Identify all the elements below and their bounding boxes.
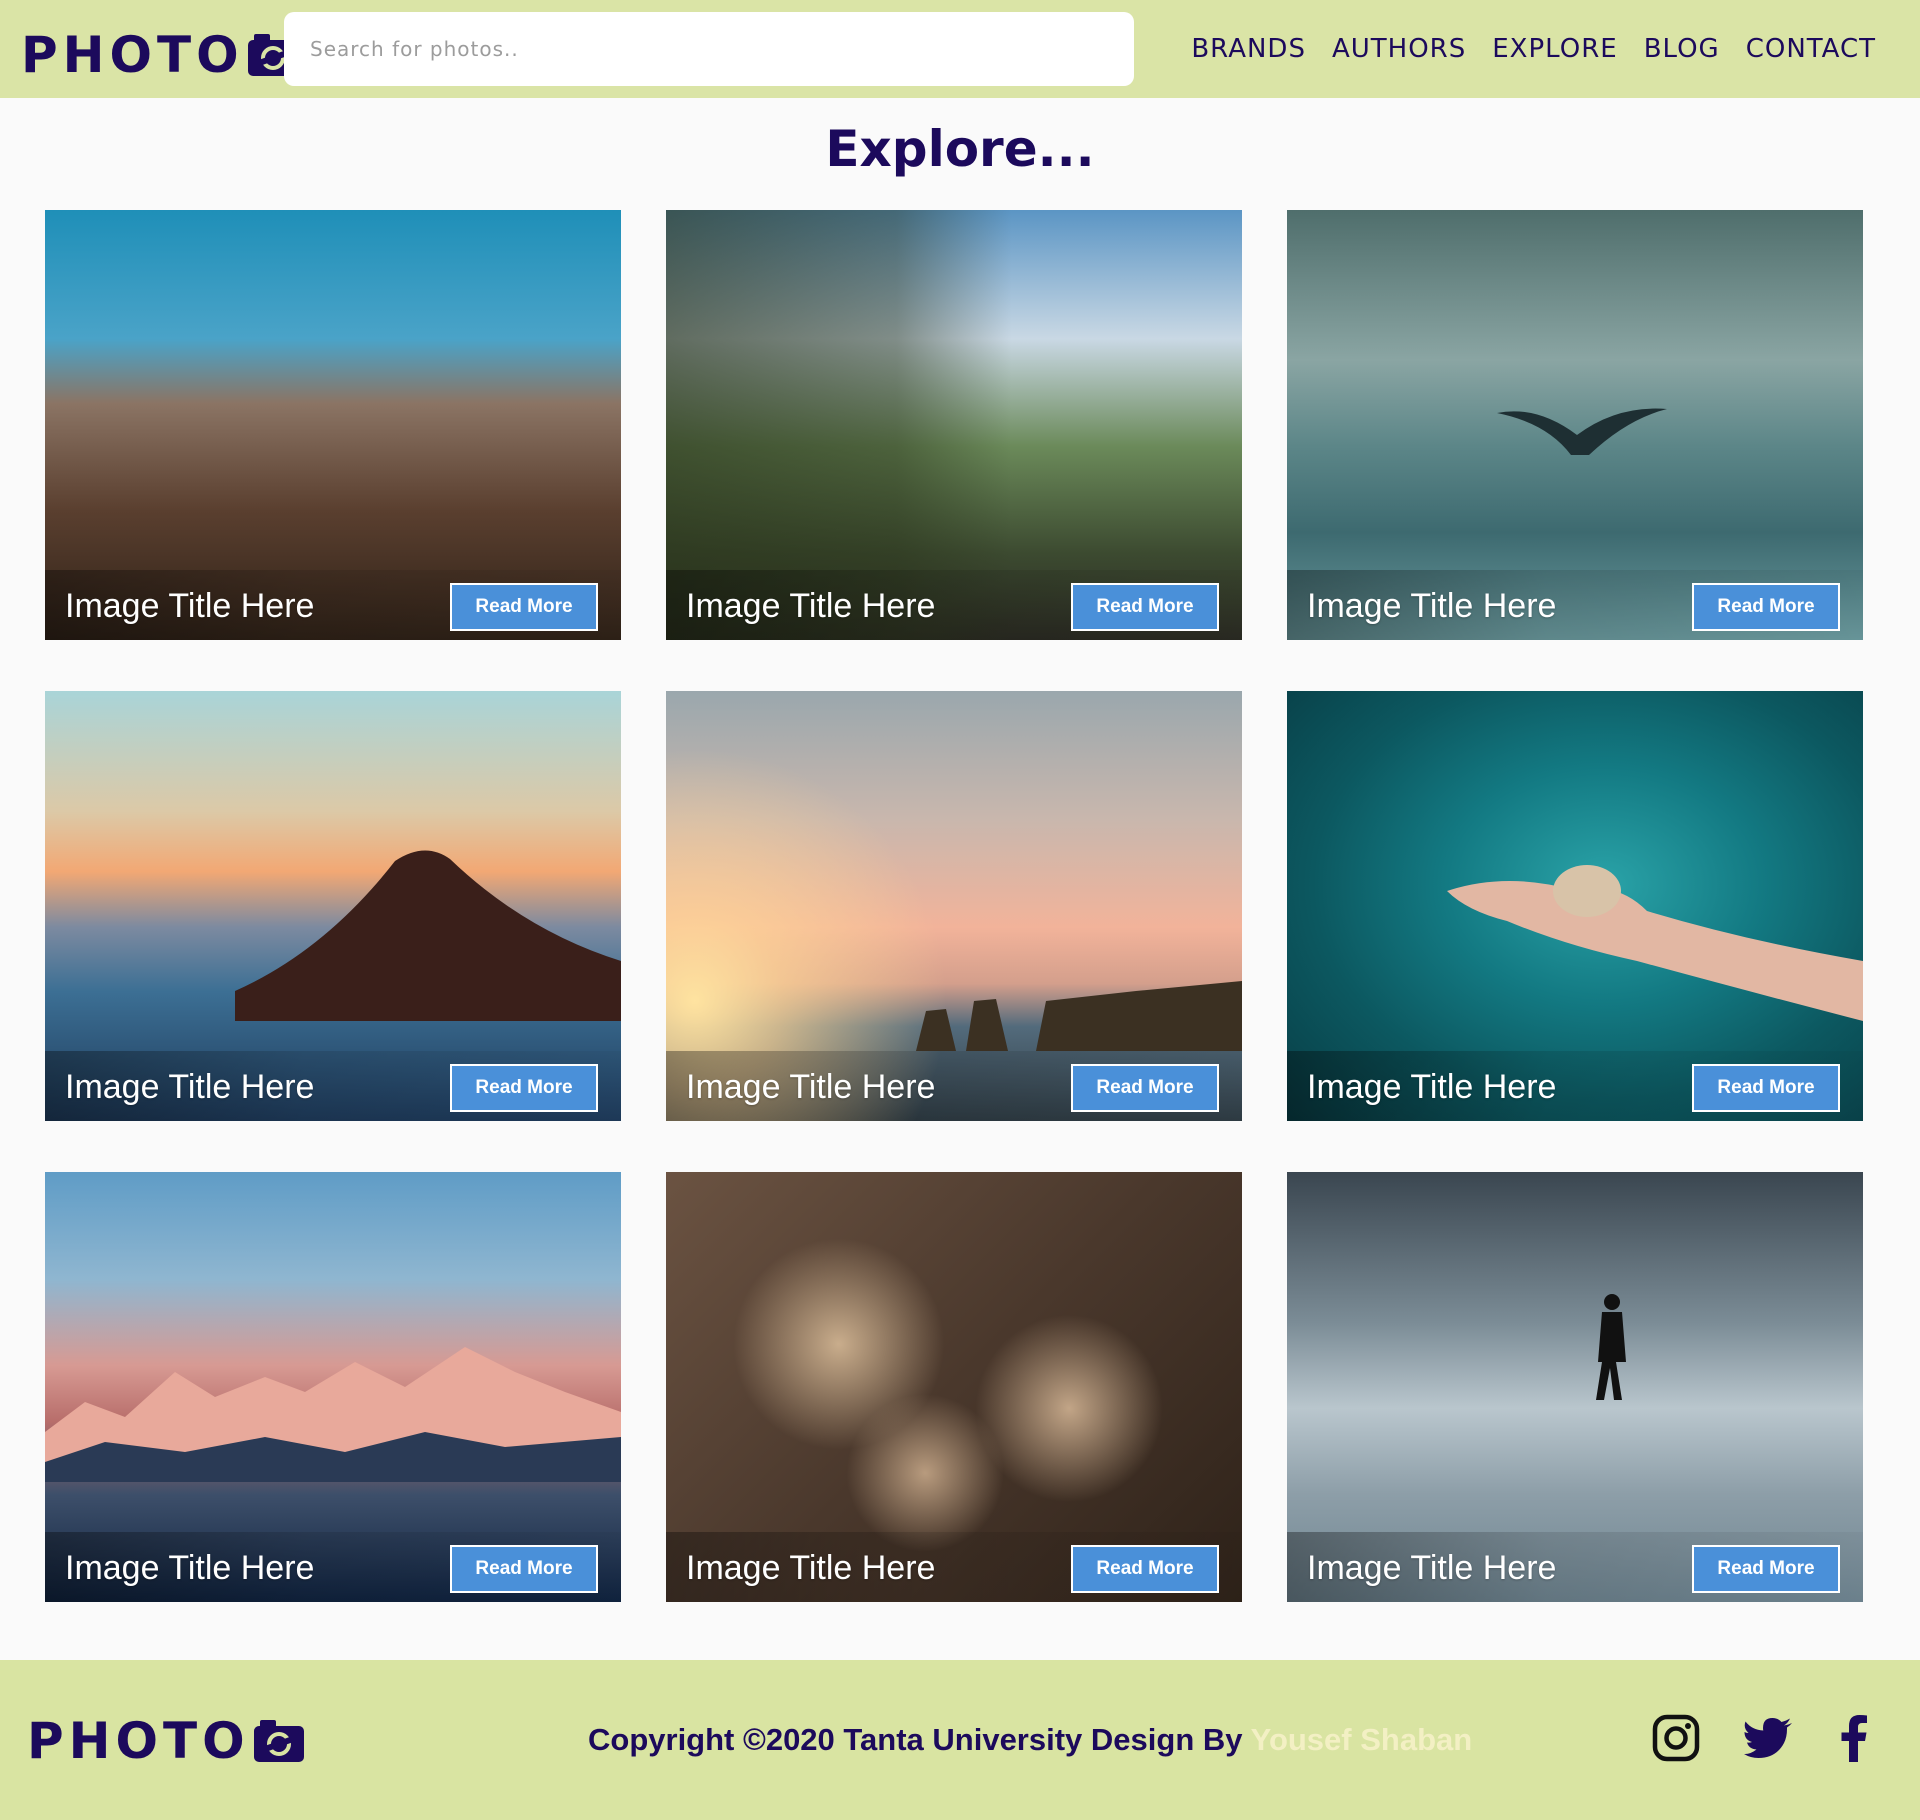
photo-card-dried-flowers: Image Title Here Read More <box>666 1172 1242 1602</box>
nav-blog[interactable]: BLOG <box>1644 34 1720 64</box>
twitter-icon[interactable] <box>1744 1718 1792 1758</box>
read-more-button[interactable]: Read More <box>1071 1064 1219 1112</box>
card-title: Image Title Here <box>65 1549 315 1587</box>
cliffs-shape <box>916 981 1242 1051</box>
nav-authors[interactable]: AUTHORS <box>1332 34 1466 64</box>
pedestrian-shape <box>1596 1294 1626 1400</box>
author-name[interactable]: Yousef Shaban <box>1251 1722 1473 1757</box>
card-title: Image Title Here <box>686 1068 936 1106</box>
photo-card-mountain-dome: Image Title Here Read More <box>45 210 621 640</box>
read-more-button[interactable]: Read More <box>1692 1545 1840 1593</box>
copyright-label: Copyright ©2020 Tanta University Design … <box>588 1722 1243 1757</box>
hand-shell-shape <box>1447 865 1863 1021</box>
card-title: Image Title Here <box>65 587 315 625</box>
nav-contact[interactable]: CONTACT <box>1746 34 1876 64</box>
logo-text: PHOTO <box>27 1712 250 1770</box>
photo-card-coast-sunset: Image Title Here Read More <box>666 691 1242 1121</box>
copyright-text: Copyright ©2020 Tanta University Design … <box>588 1722 1472 1758</box>
card-title: Image Title Here <box>686 1549 936 1587</box>
nav-explore[interactable]: EXPLORE <box>1492 34 1617 64</box>
search-input[interactable] <box>284 12 1134 86</box>
photo-card-karst-island: Image Title Here Read More <box>666 210 1242 640</box>
main-nav: BRANDS AUTHORS EXPLORE BLOG CONTACT <box>1191 34 1876 64</box>
card-title: Image Title Here <box>1307 1068 1557 1106</box>
card-title: Image Title Here <box>686 587 936 625</box>
footer: PHOTO Copyright ©2020 Tanta University D… <box>0 1660 1920 1820</box>
read-more-button[interactable]: Read More <box>1071 1545 1219 1593</box>
header: PHOTO BRANDS AUTHORS EXPLORE BLOG CONTAC… <box>0 0 1920 98</box>
whale-tail-shape <box>1497 408 1667 455</box>
read-more-button[interactable]: Read More <box>1692 1064 1840 1112</box>
camera-icon <box>253 1720 304 1762</box>
facebook-icon[interactable] <box>1840 1714 1868 1762</box>
photo-card-seashell-water: Image Title Here Read More <box>1287 691 1863 1121</box>
logo[interactable]: PHOTO <box>21 26 298 84</box>
nav-brands[interactable]: BRANDS <box>1191 34 1306 64</box>
read-more-button[interactable]: Read More <box>450 1545 598 1593</box>
mountain-range-shape <box>45 1347 621 1482</box>
card-title: Image Title Here <box>1307 1549 1557 1587</box>
read-more-button[interactable]: Read More <box>450 1064 598 1112</box>
photo-card-volcano: Image Title Here Read More <box>45 691 621 1121</box>
footer-logo[interactable]: PHOTO <box>27 1712 304 1770</box>
read-more-button[interactable]: Read More <box>450 583 598 631</box>
photo-card-snowy-street: Image Title Here Read More <box>1287 1172 1863 1602</box>
instagram-icon[interactable] <box>1652 1714 1700 1762</box>
photo-card-whale-tail: Image Title Here Read More <box>1287 210 1863 640</box>
page-title: Explore... <box>825 120 1095 178</box>
read-more-button[interactable]: Read More <box>1692 583 1840 631</box>
photo-card-pink-peaks: Image Title Here Read More <box>45 1172 621 1602</box>
logo-text: PHOTO <box>21 26 244 84</box>
card-title: Image Title Here <box>65 1068 315 1106</box>
card-title: Image Title Here <box>1307 587 1557 625</box>
read-more-button[interactable]: Read More <box>1071 583 1219 631</box>
volcano-shape <box>235 850 621 1021</box>
